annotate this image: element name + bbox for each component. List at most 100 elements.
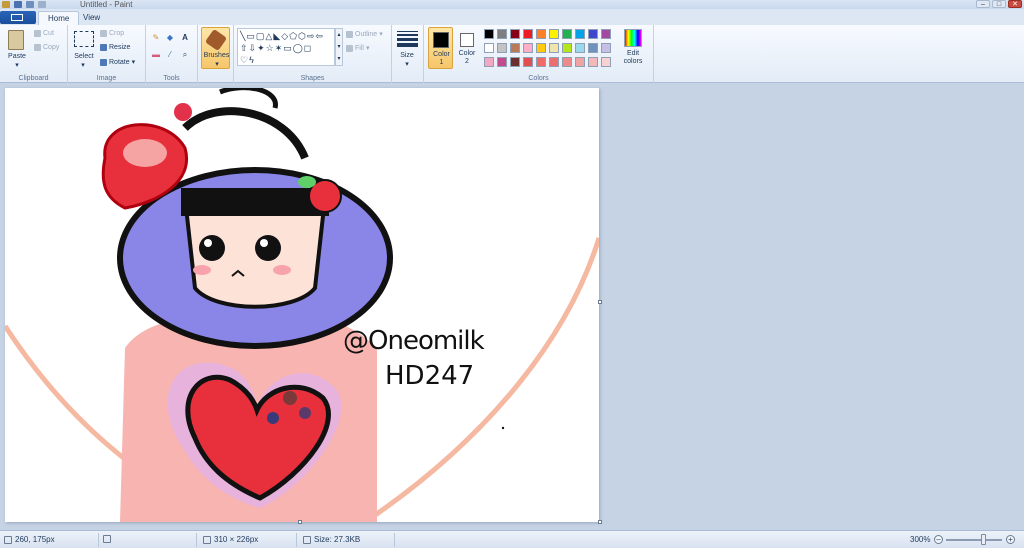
palette-swatch[interactable] [523,29,533,39]
color-picker-icon[interactable]: ⁄ [164,49,176,61]
palette-swatch[interactable] [549,57,559,67]
selection-icon [103,535,111,543]
edit-colors-button-line2[interactable]: colors [619,58,647,65]
rotate-button[interactable]: Rotate ▾ [100,58,135,66]
zoom-in-button[interactable]: + [1006,535,1015,544]
zoom-out-button[interactable]: – [934,535,943,544]
palette-swatch[interactable] [484,29,494,39]
palette-swatch[interactable] [484,57,494,67]
copy-icon [34,44,41,51]
canvas-resize-handle-right[interactable] [598,300,602,304]
crop-button[interactable]: Crop [100,30,124,37]
text-tool-icon[interactable]: A [179,32,191,44]
cursor-position: 260, 175px [4,535,55,544]
palette-swatch[interactable] [562,57,572,67]
palette-swatch[interactable] [510,29,520,39]
palette-swatch[interactable] [562,43,572,53]
paste-icon[interactable] [8,30,24,50]
palette-swatch[interactable] [588,29,598,39]
color2-button[interactable]: Color 2 [456,27,478,69]
palette-swatch[interactable] [601,29,611,39]
disk-icon [303,535,311,544]
canvas-resize-handle-bottom[interactable] [298,520,302,524]
palette-swatch[interactable] [510,57,520,67]
palette-swatch[interactable] [562,29,572,39]
select-button[interactable]: Select [70,53,98,60]
bangs [181,188,329,216]
palette-swatch[interactable] [536,43,546,53]
minimize-button[interactable]: – [976,0,990,8]
palette-swatch[interactable] [588,43,598,53]
select-icon[interactable] [74,31,94,47]
size-button[interactable]: Size [392,52,422,59]
palette-swatch[interactable] [536,57,546,67]
zoom-slider-track[interactable] [946,539,1002,541]
outline-icon [346,30,353,38]
tools-group-label: Tools [163,75,180,82]
scissors-icon [34,30,41,37]
close-button[interactable]: ✕ [1008,0,1022,8]
palette-swatch[interactable] [601,43,611,53]
brushes-button[interactable]: Brushes ▾ [201,27,230,69]
eraser-icon[interactable]: ▬ [150,49,162,61]
pencil-icon[interactable]: ✎ [150,32,162,44]
palette-swatch[interactable] [510,43,520,53]
palette-swatch[interactable] [575,43,585,53]
left-blush [193,265,211,275]
palette-swatch[interactable] [601,57,611,67]
palette-swatch[interactable] [549,29,559,39]
quick-access-toolbar [0,1,46,8]
work-area[interactable]: @Oneomilk HD247 [0,84,1024,530]
outline-button[interactable]: Outline ▾ [346,30,383,38]
artwork [5,88,599,522]
right-blush [273,265,291,275]
clipboard-group-label: Clipboard [18,75,49,82]
tab-view[interactable]: View [74,11,109,25]
shapes-scroll[interactable]: ▴ ▾ ▾ [335,28,343,66]
copy-button[interactable]: Copy [34,44,59,51]
paste-button[interactable]: Paste [4,53,30,60]
colors-group: Color 1 Color 2 Edit colors Colors [424,25,654,83]
magnifier-icon[interactable]: ⌕ [179,49,191,61]
shape-icons[interactable]: ╲▭▢△◣◇⬠⬡⇨⇦ ⇧⇩✦☆✶▭◯◻ ♡ϟ [240,30,330,66]
palette-swatch[interactable] [575,57,585,67]
edit-colors-icon[interactable] [624,29,642,47]
edit-colors-button[interactable]: Edit [619,50,647,57]
color1-button[interactable]: Color 1 [428,27,453,69]
palette-swatch[interactable] [497,29,507,39]
right-eye [255,235,281,261]
color1-swatch [433,32,449,48]
maximize-button[interactable]: □ [992,0,1006,8]
palette-swatch[interactable] [497,57,507,67]
palette-swatch[interactable] [536,29,546,39]
cut-button[interactable]: Cut [34,30,54,37]
palette-swatch[interactable] [523,57,533,67]
shapes-group-label: Shapes [300,75,325,82]
drawing-canvas[interactable]: @Oneomilk HD247 [5,88,599,522]
palette-swatch[interactable] [484,43,494,53]
fill-button[interactable]: Fill ▾ [346,44,369,52]
status-bar: 260, 175px 310 × 226px Size: 27.3KB 300%… [0,530,1024,548]
save-icon[interactable] [14,1,22,8]
watermark-handle: @Oneomilk [343,326,485,356]
left-eye [199,235,225,261]
fill-bucket-icon[interactable]: ◆ [164,32,176,44]
shapes-gallery[interactable]: ╲▭▢△◣◇⬠⬡⇨⇦ ⇧⇩✦☆✶▭◯◻ ♡ϟ [237,28,335,66]
zoom-slider-thumb[interactable] [981,534,986,545]
palette-swatch[interactable] [523,43,533,53]
undo-icon[interactable] [26,1,34,8]
redo-icon[interactable] [38,1,46,8]
title-bar: Untitled - Paint – □ ✕ [0,0,1024,9]
file-menu-button[interactable] [0,11,36,24]
hair-antenna [219,88,278,109]
palette-swatch[interactable] [575,29,585,39]
resize-button[interactable]: Resize [100,44,130,51]
palette-swatch[interactable] [549,43,559,53]
ribbon: Paste ▾ Cut Copy Clipboard Select ▾ Crop… [0,25,1024,83]
canvas-resize-handle-corner[interactable] [598,520,602,524]
palette-swatch[interactable] [497,43,507,53]
palette-swatch[interactable] [588,57,598,67]
size-icon[interactable] [397,31,418,47]
menu-icon [11,14,23,21]
rotate-icon [100,58,107,66]
